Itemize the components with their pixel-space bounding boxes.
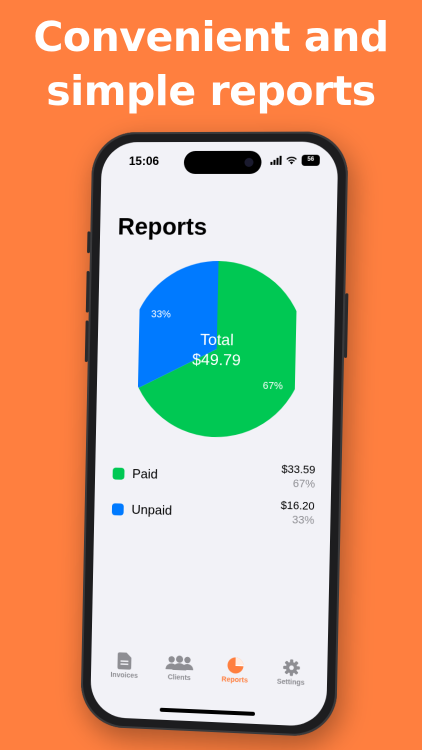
status-bar: 15:06 56 [101,142,338,178]
phone-mute-switch [87,231,90,253]
tab-label: Settings [263,678,319,687]
legend-row-unpaid[interactable]: Unpaid $16.20 33% [94,495,331,538]
chart-center-label: Total [200,332,234,350]
unpaid-swatch [112,503,124,515]
pie-percent-label: 33% [151,309,171,320]
phone-power-button [344,293,348,358]
tab-settings[interactable]: Settings [263,658,320,687]
legend-percent: 67% [293,478,315,491]
chart-center-value: $49.79 [192,352,241,370]
headline-line-1: Convenient and [0,10,422,64]
pie-percent-label: 67% [263,381,283,393]
camera-icon [244,158,253,167]
status-time: 15:06 [129,154,159,168]
battery-icon: 56 [302,155,320,166]
home-indicator [160,708,255,716]
tab-clients[interactable]: Clients [152,654,208,683]
tab-label: Invoices [97,671,152,680]
tab-reports[interactable]: Reports [207,656,263,685]
legend-label: Unpaid [131,502,172,518]
tab-label: Clients [152,674,207,683]
legend-amount: $16.20 [281,500,315,513]
paid-swatch [113,468,125,480]
legend-percent: 33% [292,514,314,527]
tab-label: Reports [207,676,263,685]
pie-chart[interactable]: 67% 33% Total $49.79 [137,259,298,439]
headline: Convenient and simple reports [0,10,422,118]
tab-bar: Invoices Clients Reports Settings [90,637,328,727]
gear-icon [282,659,299,677]
tab-invoices[interactable]: Invoices [97,651,152,680]
legend-amount: $33.59 [281,464,315,477]
headline-line-2: simple reports [0,64,422,118]
legend-label: Paid [132,466,158,482]
people-icon [166,654,194,672]
pie-chart-icon [226,657,243,675]
page-title: Reports [117,214,207,242]
phone-screen: 15:06 56 Reports 67% 33% Total $49.79 Pa… [90,142,338,728]
phone-mockup: 15:06 56 Reports 67% 33% Total $49.79 Pa… [80,131,349,737]
dynamic-island [184,151,262,174]
signal-icon [270,156,281,165]
wifi-icon [285,156,297,165]
document-icon [117,652,131,669]
status-icons: 56 [270,155,320,166]
